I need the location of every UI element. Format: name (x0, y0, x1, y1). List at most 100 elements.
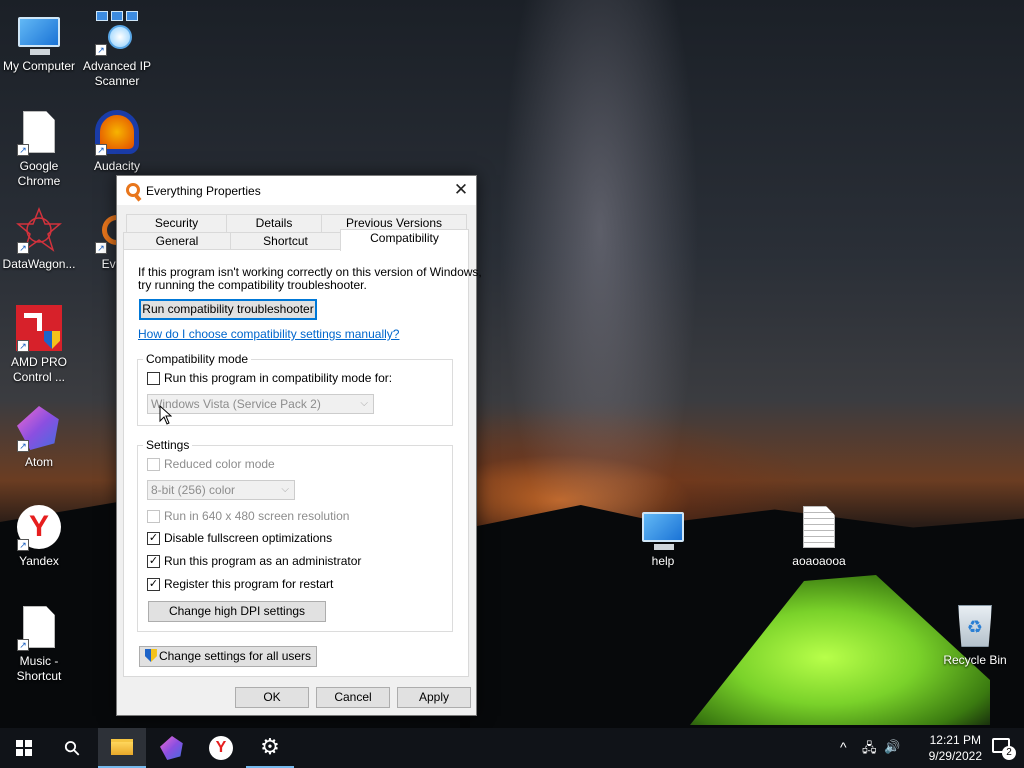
register-restart-checkbox[interactable]: ✓ (147, 578, 160, 591)
check-icon: ✓ (148, 532, 159, 544)
os-version-select[interactable]: Windows Vista (Service Pack 2) ⌵ (147, 394, 374, 414)
select-value: 8-bit (256) color (151, 483, 236, 497)
desktop-icon-label: Google Chrome (17, 159, 61, 188)
windows-logo-icon (16, 740, 32, 756)
taskbar-yandex[interactable]: Y (197, 728, 245, 768)
dialog-title: Everything Properties (146, 184, 261, 198)
compatibility-mode-checkbox[interactable] (147, 372, 160, 385)
everything-icon (126, 183, 140, 197)
run-troubleshooter-button[interactable]: Run compatibility troubleshooter (139, 299, 317, 320)
mouse-cursor-icon (159, 405, 172, 425)
clock-date: 9/29/2022 (928, 749, 982, 763)
checkbox-label: Reduced color mode (164, 457, 275, 471)
help-link[interactable]: How do I choose compatibility settings m… (138, 327, 399, 341)
computer-icon (18, 17, 60, 55)
close-icon: ✕ (453, 180, 469, 199)
desktop-icon-aoaoaooa[interactable]: aoaoaooa (780, 503, 858, 569)
clock-time: 12:21 PM (929, 733, 981, 747)
desktop-icon-yandex[interactable]: Y ↗ Yandex (0, 503, 78, 569)
shortcut-arrow-icon: ↗ (17, 242, 29, 254)
change-dpi-settings-button[interactable]: Change high DPI settings (148, 601, 326, 622)
desktop-icon-label: DataWagon... (2, 257, 76, 271)
close-button[interactable]: ✕ (446, 176, 476, 205)
shortcut-arrow-icon: ↗ (17, 440, 29, 452)
checkbox-label: Disable fullscreen optimizations (164, 531, 333, 545)
desktop-icon-label: AMD PRO Control ... (10, 355, 67, 384)
gear-icon: ⚙ (260, 734, 280, 759)
uac-shield-icon (144, 649, 157, 662)
tab-compatibility[interactable]: Compatibility (340, 229, 469, 251)
color-mode-select[interactable]: 8-bit (256) color ⌵ (147, 480, 295, 500)
checkbox-label: Run this program in compatibility mode f… (164, 371, 393, 385)
desktop-icon-datawagon[interactable]: ↗ DataWagon... (0, 206, 78, 272)
desktop-icon-google-chrome[interactable]: ↗ Google Chrome (0, 108, 78, 189)
desktop-icon-recycle-bin[interactable]: ♻ Recycle Bin (936, 602, 1014, 668)
desktop-icon-label: My Computer (2, 59, 76, 73)
check-icon: ✓ (148, 555, 159, 567)
network-icon[interactable]: 🖧 (862, 739, 877, 761)
desktop-icon-audacity[interactable]: ↗ Audacity (78, 108, 156, 174)
desktop-icon-label: Atom (24, 455, 53, 469)
desktop-icon-label: help (651, 554, 675, 568)
desktop-icon-help[interactable]: help (624, 503, 702, 569)
change-settings-all-users-button[interactable]: Change settings for all users (139, 646, 317, 667)
dialog-titlebar[interactable]: Everything Properties ✕ (117, 176, 476, 205)
folder-icon (111, 739, 133, 755)
check-icon: ✓ (148, 578, 159, 590)
taskbar-atom[interactable] (148, 728, 196, 768)
checkbox-label: Run in 640 x 480 screen resolution (164, 509, 350, 523)
tab-details[interactable]: Details (226, 214, 322, 232)
apply-button[interactable]: Apply (397, 687, 471, 708)
chevron-down-icon: ⌵ (360, 398, 368, 409)
search-button[interactable]: ⚲ (48, 728, 96, 768)
run-as-admin-checkbox[interactable]: ✓ (147, 555, 160, 568)
resolution-checkbox[interactable] (147, 510, 160, 523)
checkbox-label: Run this program as an administrator (164, 554, 362, 568)
button-label: Change settings for all users (158, 649, 312, 663)
tab-general[interactable]: General (123, 232, 231, 250)
desktop-icon-music-shortcut[interactable]: ↗ Music - Shortcut (0, 603, 78, 684)
atom-icon (160, 736, 183, 760)
yandex-icon: Y (209, 736, 233, 760)
desktop-icon-label: Music - Shortcut (16, 654, 62, 683)
desktop-icon-atom[interactable]: ↗ Atom (0, 404, 78, 470)
shortcut-arrow-icon: ↗ (17, 144, 29, 156)
properties-dialog: Everything Properties ✕ Security Details… (116, 175, 482, 716)
checkbox-label: Register this program for restart (164, 577, 334, 591)
taskbar-clock[interactable]: 12:21 PM 9/29/2022 (929, 732, 982, 764)
tray-chevron-up-icon[interactable]: ^ (840, 739, 847, 755)
settings-group: Settings Reduced color mode 8-bit (256) … (137, 438, 453, 632)
desktop-icon-label: Yandex (19, 554, 59, 568)
tab-security[interactable]: Security (126, 214, 227, 232)
reduced-color-checkbox[interactable] (147, 458, 160, 471)
shortcut-arrow-icon: ↗ (95, 144, 107, 156)
volume-icon[interactable]: 🔊 (884, 739, 900, 755)
select-value: Windows Vista (Service Pack 2) (151, 397, 321, 411)
fullscreen-optimizations-checkbox[interactable]: ✓ (147, 532, 160, 545)
tab-shortcut[interactable]: Shortcut (230, 232, 341, 250)
action-center-button[interactable]: 2 (990, 736, 1016, 760)
start-button[interactable] (0, 728, 48, 768)
compatibility-panel: If this program isn't working correctly … (123, 249, 482, 677)
desktop-icon-label: Advanced IP Scanner (82, 59, 152, 88)
search-icon: ⚲ (59, 735, 86, 762)
shortcut-arrow-icon: ↗ (17, 639, 29, 651)
shortcut-arrow-icon: ↗ (17, 539, 29, 551)
chevron-down-icon: ⌵ (281, 484, 289, 495)
desktop-icon-advanced-ip-scanner[interactable]: ↗ Advanced IP Scanner (78, 8, 156, 89)
desktop-icon-my-computer[interactable]: My Computer (0, 8, 78, 74)
monitor-icon (642, 512, 684, 550)
ok-button[interactable]: OK (235, 687, 309, 708)
cancel-button[interactable]: Cancel (316, 687, 390, 708)
intro-text-line2: try running the compatibility troublesho… (138, 278, 367, 292)
desktop-icon-amd-pro[interactable]: ↗ AMD PRO Control ... (0, 304, 78, 385)
group-title: Compatibility mode (143, 352, 252, 366)
group-title: Settings (143, 438, 193, 452)
taskbar-settings[interactable]: ⚙ (246, 728, 294, 768)
taskbar-file-explorer[interactable] (98, 728, 146, 768)
shortcut-arrow-icon: ↗ (95, 44, 107, 56)
shortcut-arrow-icon: ↗ (17, 340, 29, 352)
text-file-icon (803, 506, 835, 548)
notification-count-badge: 2 (1002, 746, 1016, 760)
desktop-icon-label: Recycle Bin (943, 653, 1007, 667)
